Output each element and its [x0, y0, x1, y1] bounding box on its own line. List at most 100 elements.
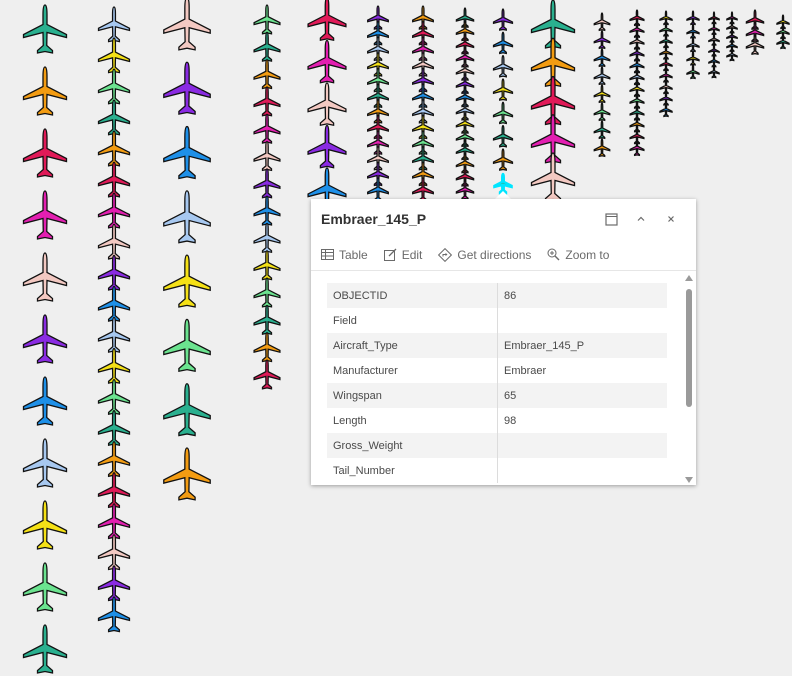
- airplane-icon[interactable]: [746, 35, 763, 54]
- airplane-icon[interactable]: [709, 55, 719, 67]
- airplane-icon[interactable]: [254, 196, 280, 225]
- edit-action[interactable]: Edit: [383, 248, 422, 262]
- airplane-icon[interactable]: [99, 131, 130, 166]
- airplane-icon[interactable]: [254, 114, 280, 143]
- airplane-icon[interactable]: [99, 7, 130, 42]
- airplane-icon[interactable]: [687, 38, 699, 51]
- airplane-icon[interactable]: [687, 52, 699, 65]
- airplane-icon[interactable]: [727, 49, 737, 61]
- airplane-icon[interactable]: [594, 31, 609, 48]
- airplane-icon[interactable]: [99, 38, 130, 73]
- airplane-icon[interactable]: [99, 349, 130, 384]
- airplane-icon[interactable]: [24, 439, 67, 487]
- airplane-icon[interactable]: [594, 121, 609, 138]
- airplane-icon[interactable]: [24, 253, 67, 301]
- airplane-icon[interactable]: [24, 501, 67, 549]
- airplane-icon[interactable]: [594, 13, 609, 30]
- airplane-icon[interactable]: [99, 69, 130, 104]
- airplane-icon[interactable]: [254, 169, 280, 198]
- airplane-icon[interactable]: [24, 67, 67, 115]
- airplane-icon[interactable]: [254, 223, 280, 252]
- dock-button[interactable]: [596, 204, 626, 234]
- airplane-icon[interactable]: [254, 305, 280, 334]
- airplane-icon[interactable]: [456, 180, 473, 199]
- airplane-icon[interactable]: [254, 5, 280, 34]
- airplane-icon[interactable]: [164, 319, 210, 371]
- airplane-icon[interactable]: [308, 0, 346, 40]
- airplane-icon[interactable]: [24, 191, 67, 239]
- airplane-icon[interactable]: [494, 79, 513, 100]
- airplane-icon[interactable]: [99, 100, 130, 135]
- airplane-icon[interactable]: [687, 65, 699, 78]
- airplane-icon[interactable]: [99, 380, 130, 415]
- airplane-icon[interactable]: [164, 448, 210, 500]
- airplane-icon[interactable]: [532, 153, 575, 201]
- airplane-icon[interactable]: [777, 35, 789, 48]
- airplane-icon[interactable]: [413, 178, 434, 201]
- airplane-icon[interactable]: [687, 11, 699, 24]
- airplane-icon[interactable]: [99, 224, 130, 259]
- airplane-icon[interactable]: [24, 563, 67, 611]
- scroll-down-arrow[interactable]: [685, 477, 693, 483]
- airplane-icon[interactable]: [308, 83, 346, 125]
- airplane-icon[interactable]: [164, 255, 210, 307]
- airplane-icon[interactable]: [254, 360, 280, 389]
- popup-content[interactable]: OBJECTID 86 Field Aircraft_Type Embraer_145_…: [311, 271, 696, 485]
- zoom-to-action[interactable]: Zoom to: [547, 248, 609, 262]
- close-button[interactable]: [656, 204, 686, 234]
- airplane-icon[interactable]: [709, 34, 719, 46]
- airplane-icon[interactable]: [709, 23, 719, 35]
- airplane-icon[interactable]: [254, 333, 280, 362]
- airplane-icon[interactable]: [164, 62, 210, 114]
- airplane-icon[interactable]: [99, 473, 130, 508]
- airplane-icon[interactable]: [709, 44, 719, 56]
- airplane-icon[interactable]: [709, 12, 719, 24]
- scrollbar[interactable]: [685, 275, 693, 483]
- airplane-icon[interactable]: [494, 32, 513, 53]
- airplane-icon[interactable]: [594, 85, 609, 102]
- airplane-icon[interactable]: [308, 126, 346, 168]
- airplane-icon[interactable]: [594, 49, 609, 66]
- airplane-icon[interactable]: [164, 127, 210, 179]
- airplane-icon[interactable]: [594, 103, 609, 120]
- scroll-up-arrow[interactable]: [685, 275, 693, 281]
- airplane-icon[interactable]: [99, 535, 130, 570]
- airplane-icon[interactable]: [368, 178, 389, 201]
- airplane-icon[interactable]: [254, 251, 280, 280]
- airplane-icon[interactable]: [99, 193, 130, 228]
- scrollbar-thumb[interactable]: [686, 289, 692, 407]
- airplane-icon[interactable]: [709, 66, 719, 78]
- airplane-icon[interactable]: [164, 384, 210, 436]
- airplane-icon[interactable]: [24, 5, 67, 53]
- airplane-icon[interactable]: [99, 318, 130, 353]
- airplane-icon[interactable]: [164, 191, 210, 243]
- airplane-icon[interactable]: [164, 0, 210, 50]
- airplane-icon[interactable]: [494, 9, 513, 30]
- airplane-icon[interactable]: [494, 102, 513, 123]
- collapse-button[interactable]: [626, 204, 656, 234]
- airplane-icon[interactable]: [99, 411, 130, 446]
- airplane-icon[interactable]: [687, 25, 699, 38]
- airplane-icon[interactable]: [99, 162, 130, 197]
- airplane-icon[interactable]: [254, 60, 280, 89]
- airplane-icon[interactable]: [99, 255, 130, 290]
- airplane-icon[interactable]: [594, 67, 609, 84]
- table-action[interactable]: Table: [321, 248, 368, 262]
- airplane-icon[interactable]: [24, 625, 67, 673]
- airplane-icon[interactable]: [494, 56, 513, 77]
- airplane-icon[interactable]: [594, 139, 609, 156]
- airplane-icon[interactable]: [494, 126, 513, 147]
- airplane-icon[interactable]: [99, 597, 130, 632]
- airplane-icon[interactable]: [660, 103, 672, 116]
- airplane-icon[interactable]: [254, 87, 280, 116]
- airplane-icon[interactable]: [494, 149, 513, 170]
- airplane-icon[interactable]: [99, 286, 130, 321]
- get-directions-action[interactable]: Get directions: [438, 247, 531, 262]
- airplane-icon[interactable]: [99, 566, 130, 601]
- airplane-icon[interactable]: [254, 32, 280, 61]
- airplane-icon[interactable]: [24, 377, 67, 425]
- airplane-icon[interactable]: [24, 129, 67, 177]
- airplane-icon[interactable]: [24, 315, 67, 363]
- airplane-icon[interactable]: [254, 142, 280, 171]
- airplane-icon[interactable]: [254, 278, 280, 307]
